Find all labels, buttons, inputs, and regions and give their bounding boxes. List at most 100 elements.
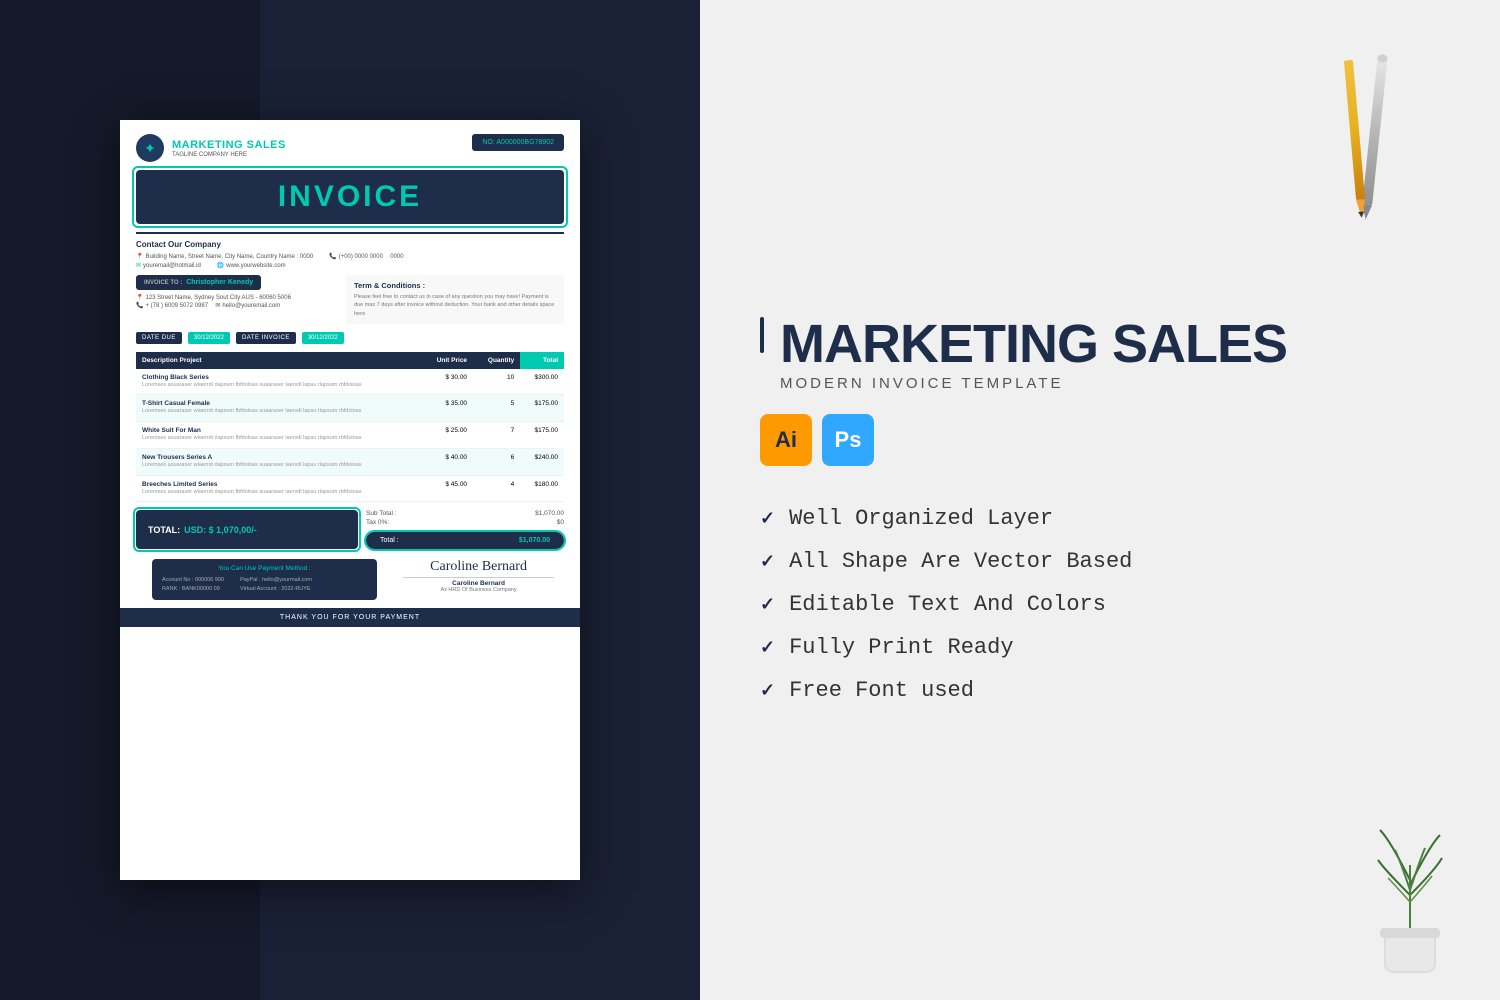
payment-section: You Can Use Payment Method : Account No … — [152, 559, 377, 600]
check-icon-5: ✓ — [760, 680, 775, 701]
email-item: ✉ youremail@hotmail.id — [136, 262, 201, 269]
address-item: 📍 Building Name, Street Name, City Name,… — [136, 253, 313, 260]
web-icon: 🌐 — [217, 262, 224, 269]
table-row: Breeches Limited Series Loremses asuaras… — [136, 475, 564, 502]
signature-script: Caroline Bernard — [393, 559, 564, 575]
subtotal-value: $1,070.00 — [535, 510, 564, 517]
contact-row-1: 📍 Building Name, Street Name, City Name,… — [136, 253, 564, 260]
table-row: White Suit For Man Loremses asuaraser wl… — [136, 422, 564, 449]
grand-total-row: Total : $1,070.00 — [366, 532, 564, 549]
table-row: New Trousers Series A Loremses asuaraser… — [136, 448, 564, 475]
invoice-header: ✦ MARKETING SALES TAGLINE COMPANY HERE N… — [120, 120, 580, 170]
signer-role: As HRD Of Business Company — [393, 587, 564, 593]
logo-area: ✦ MARKETING SALES TAGLINE COMPANY HERE — [136, 134, 286, 162]
decorative-pens — [1340, 50, 1400, 270]
payment-title: You Can Use Payment Method : — [162, 565, 367, 572]
rp-main-title: MARKETING SALES — [780, 317, 1287, 371]
check-icon-3: ✓ — [760, 594, 775, 615]
client-info: 📍 123 Street Name, Sydney Sout City AUS … — [136, 294, 338, 309]
feature-item-1: ✓ Well Organized Layer — [760, 506, 1440, 531]
feature-text-5: Free Font used — [789, 678, 974, 703]
features-list: ✓ Well Organized Layer ✓ All Shape Are V… — [760, 506, 1440, 703]
phone-icon: 📞 — [329, 253, 336, 260]
decorative-plant — [1360, 820, 1460, 980]
signature-section: Caroline Bernard Caroline Bernard As HRD… — [393, 559, 564, 593]
subtotal-row: Sub Total : $1,070.00 — [366, 510, 564, 517]
right-panel: MARKETING SALES MODERN INVOICE TEMPLATE … — [700, 0, 1500, 1000]
tax-label: Tax 0%: — [366, 519, 389, 526]
terms-text: Please feel free to contact us in case o… — [354, 293, 556, 318]
invoice-number-badge: NO: A000000BG78902 — [472, 134, 564, 151]
date-invoice-label: DATE INVOICE — [236, 332, 296, 344]
feature-item-3: ✓ Editable Text And Colors — [760, 592, 1440, 617]
title-text-area: MARKETING SALES MODERN INVOICE TEMPLATE — [780, 317, 1287, 392]
contact-row-2: ✉ youremail@hotmail.id 🌐 www.yourwebsite… — [136, 262, 564, 269]
software-badges: Ai Ps — [760, 414, 1440, 466]
check-icon-1: ✓ — [760, 508, 775, 529]
terms-section: Term & Conditions : Please feel free to … — [346, 275, 564, 324]
feature-text-2: All Shape Are Vector Based — [789, 549, 1132, 574]
table-row: T-Shirt Casual Female Loremses asuaraser… — [136, 395, 564, 422]
client-phone: 📞 + (78 ) 6009 5072 0987 ✉ hello@yourema… — [136, 302, 338, 309]
company-name: MARKETING SALES — [172, 139, 286, 151]
col-total: Total — [520, 352, 564, 369]
payment-methods: Account No : 000006 900 RANK : BANK00000… — [162, 576, 367, 594]
invoice-title-block: INVOICE — [136, 170, 564, 224]
contact-section: Contact Our Company 📍 Building Name, Str… — [120, 240, 580, 269]
total-label: TOTAL: — [148, 525, 180, 535]
total-amount: USD: $ 1,070,00/- — [184, 525, 257, 535]
feature-item-4: ✓ Fully Print Ready — [760, 635, 1440, 660]
invoice-title: INVOICE — [278, 180, 422, 214]
left-panel: ✦ MARKETING SALES TAGLINE COMPANY HERE N… — [0, 0, 700, 1000]
tax-row: Tax 0%: $0 — [366, 519, 564, 526]
title-separator-bar — [760, 317, 764, 353]
email-icon: ✉ — [136, 262, 141, 269]
badge-illustrator: Ai — [760, 414, 812, 466]
client-email-icon: ✉ — [215, 302, 220, 309]
table-row: Clothing Black Series Loremses asuaraser… — [136, 369, 564, 395]
phone-item: 📞 (+00) 0000 0000 0000 — [329, 253, 403, 260]
thank-you-bar: THANK YOU FOR YOUR PAYMENT — [120, 608, 580, 627]
sign-area: You Can Use Payment Method : Account No … — [136, 553, 564, 600]
title-area: MARKETING SALES MODERN INVOICE TEMPLATE — [760, 317, 1440, 392]
check-icon-4: ✓ — [760, 637, 775, 658]
grand-total-value: $1,070.00 — [519, 537, 550, 544]
client-phone-icon: 📞 — [136, 302, 143, 309]
feature-text-1: Well Organized Layer — [789, 506, 1053, 531]
client-address: 📍 123 Street Name, Sydney Sout City AUS … — [136, 294, 338, 301]
bill-to-section: INVOICE TO : Christopher Kenedy 📍 123 St… — [136, 275, 338, 324]
feature-item-5: ✓ Free Font used — [760, 678, 1440, 703]
terms-title: Term & Conditions : — [354, 281, 556, 290]
location-icon: 📍 — [136, 253, 143, 260]
col-unit-price: Unit Price — [421, 352, 473, 369]
subtotal-column: Sub Total : $1,070.00 Tax 0%: $0 Total :… — [366, 510, 564, 549]
tax-value: $0 — [557, 519, 564, 526]
feature-text-4: Fully Print Ready — [789, 635, 1013, 660]
invoice-document: ✦ MARKETING SALES TAGLINE COMPANY HERE N… — [120, 120, 580, 880]
badge-photoshop: Ps — [822, 414, 874, 466]
signer-name: Caroline Bernard — [393, 580, 564, 587]
col-description: Description Project — [136, 352, 421, 369]
contact-title: Contact Our Company — [136, 240, 564, 249]
date-due-value: 30/12/2022 — [188, 332, 230, 344]
bill-to-label: INVOICE TO : Christopher Kenedy — [136, 275, 261, 290]
subtotal-label: Sub Total : — [366, 510, 397, 517]
date-invoice-value: 30/12/2022 — [302, 332, 344, 344]
invoice-table: Description Project Unit Price Quantity … — [136, 352, 564, 502]
feature-item-2: ✓ All Shape Are Vector Based — [760, 549, 1440, 574]
rp-subtitle: MODERN INVOICE TEMPLATE — [780, 375, 1287, 392]
bill-terms-section: INVOICE TO : Christopher Kenedy 📍 123 St… — [120, 275, 580, 324]
invoice-footer: TOTAL: USD: $ 1,070,00/- Sub Total : $1,… — [136, 510, 564, 549]
divider — [136, 232, 564, 234]
company-tagline: TAGLINE COMPANY HERE — [172, 152, 286, 158]
client-location-icon: 📍 — [136, 294, 143, 301]
paypal-info: PayPal : hello@yourmail.com Virtual Acco… — [240, 576, 312, 594]
dates-row: DATE DUE 30/12/2022 DATE INVOICE 30/12/2… — [120, 332, 580, 344]
total-box: TOTAL: USD: $ 1,070,00/- — [136, 510, 358, 549]
logo-icon: ✦ — [136, 134, 164, 162]
check-icon-2: ✓ — [760, 551, 775, 572]
website-item: 🌐 www.yourwebsite.com — [217, 262, 286, 269]
grand-total-label: Total : — [380, 537, 399, 544]
date-due-label: DATE DUE — [136, 332, 182, 344]
feature-text-3: Editable Text And Colors — [789, 592, 1106, 617]
